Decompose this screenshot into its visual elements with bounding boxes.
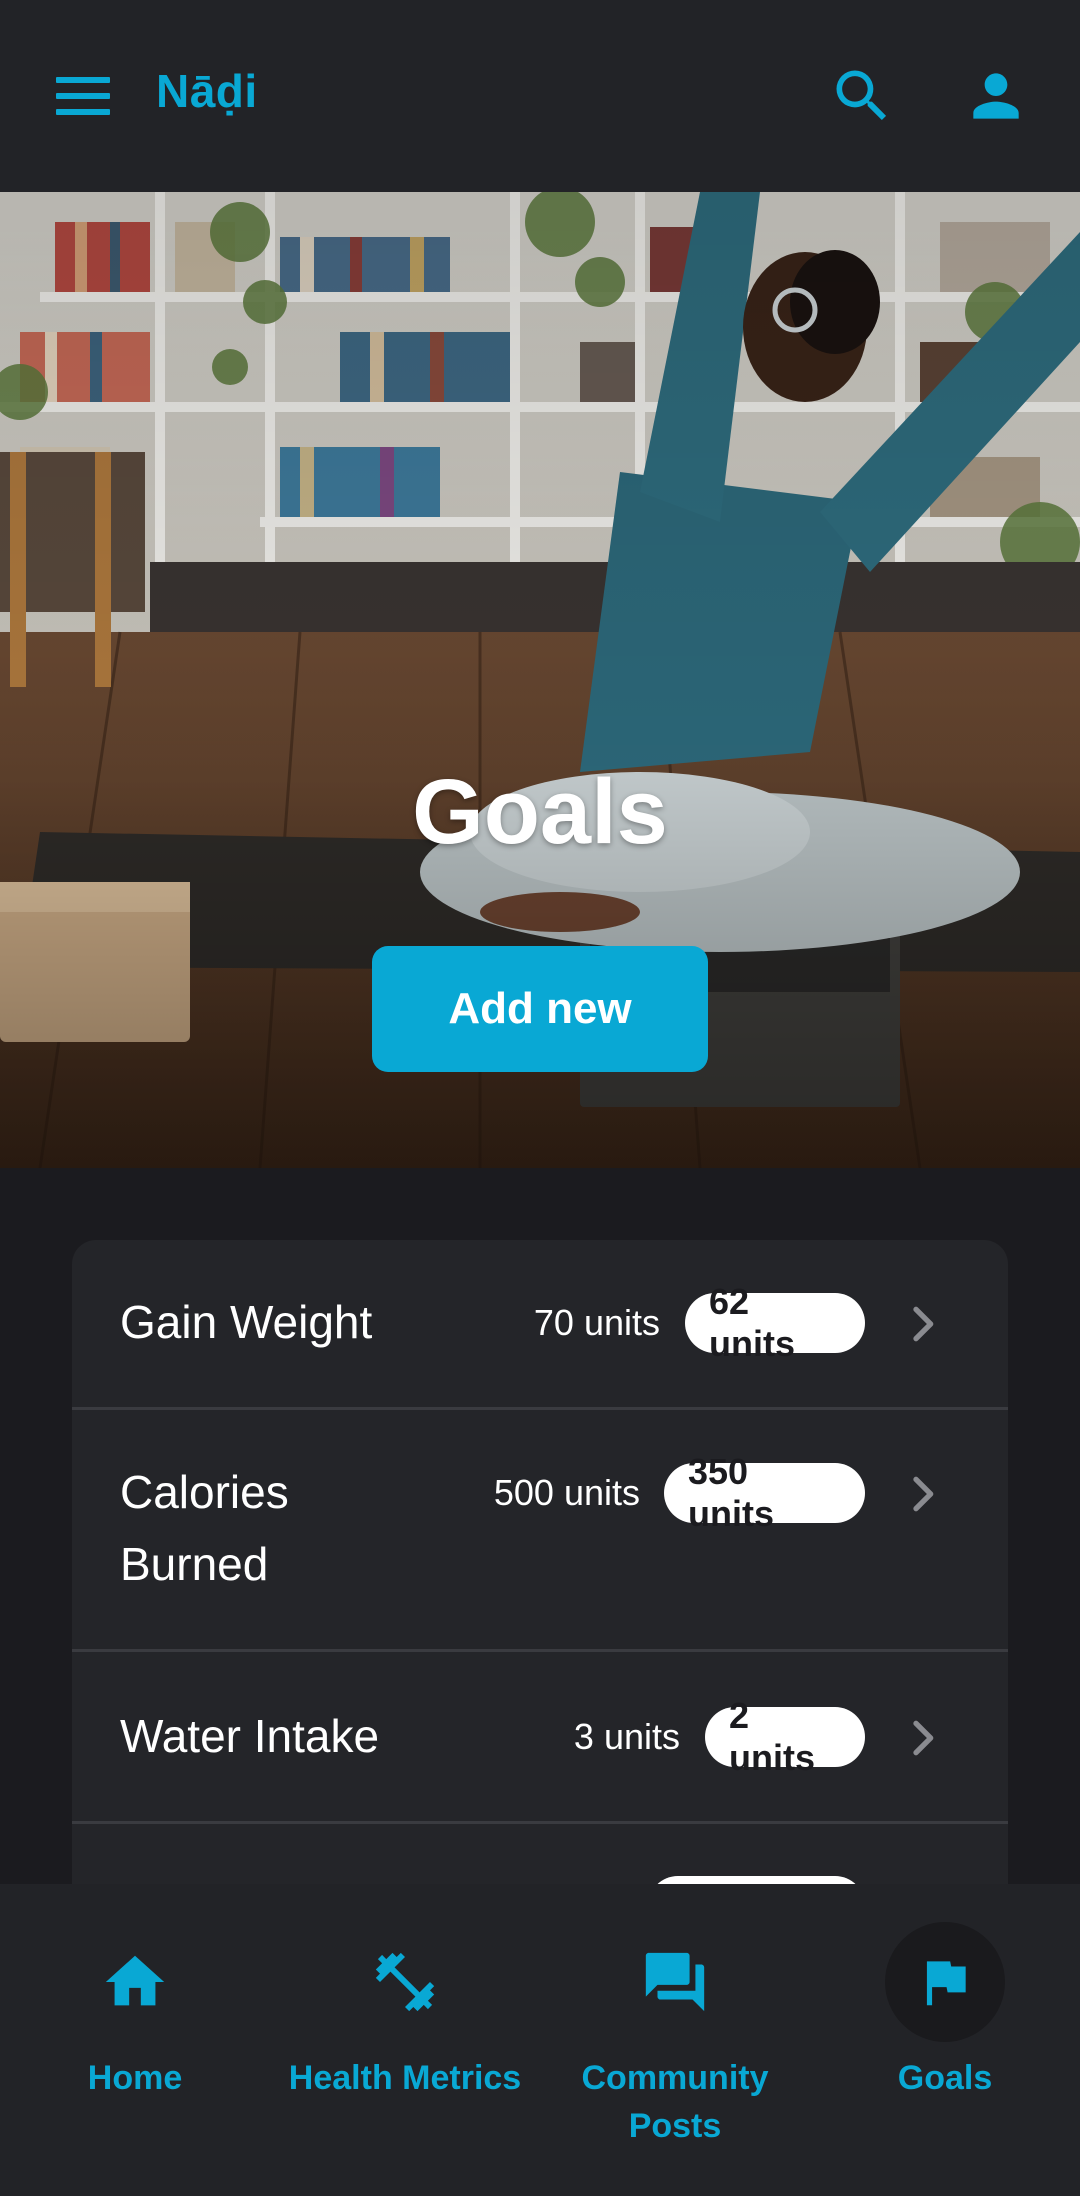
fitness-icon: [345, 1922, 465, 2042]
app-title: Nāḍi: [156, 65, 258, 117]
nav-item-health-metrics[interactable]: Health Metrics: [270, 1884, 540, 2196]
list-item[interactable]: Calories Burned 500 units 350 units: [72, 1410, 1008, 1652]
bottom-navigation: Home Health Metrics Community Posts Goal…: [0, 1884, 1080, 2196]
goal-name: Gain Weight: [120, 1296, 373, 1348]
add-new-button[interactable]: Add new: [372, 946, 708, 1072]
nav-label: Home: [87, 2059, 183, 2097]
nav-item-goals[interactable]: Goals: [810, 1884, 1080, 2196]
list-item[interactable]: Gain Weight 70 units 62 units: [72, 1240, 1008, 1410]
flag-icon: [885, 1922, 1005, 2042]
goal-current-badge: 2 units: [705, 1695, 865, 1778]
forum-icon: [615, 1922, 735, 2042]
goal-target: 70 units: [533, 1302, 660, 1343]
nav-label: Community Posts: [581, 2059, 769, 2145]
search-icon[interactable]: [828, 62, 896, 130]
nav-item-community-posts[interactable]: Community Posts: [540, 1884, 810, 2196]
nav-item-home[interactable]: Home: [0, 1884, 270, 2196]
goal-current-badge: 350 units: [664, 1451, 865, 1534]
hero-banner: Goals Add new: [0, 192, 1080, 1168]
chevron-right-icon: [913, 1476, 934, 1512]
page-title: Goals: [412, 761, 668, 863]
home-icon: [75, 1922, 195, 2042]
top-app-bar: Nāḍi: [0, 0, 1080, 192]
goal-target: 3 units: [573, 1716, 680, 1757]
goal-name: Water Intake: [120, 1710, 380, 1762]
chevron-right-icon: [913, 1306, 934, 1342]
menu-icon[interactable]: [52, 72, 116, 120]
goal-target: 500 units: [493, 1472, 640, 1513]
account-icon[interactable]: [962, 62, 1030, 130]
goal-name: Calories Burned: [120, 1466, 289, 1590]
list-item[interactable]: Water Intake 3 units 2 units: [72, 1652, 1008, 1824]
app-screen: Nāḍi Goals Add new Gain Weight 70 units …: [0, 0, 1080, 2196]
nav-label: Goals: [897, 2059, 993, 2097]
nav-label: Health Metrics: [288, 2059, 522, 2097]
chevron-right-icon: [913, 1720, 934, 1756]
goal-current-badge: 62 units: [685, 1281, 865, 1364]
